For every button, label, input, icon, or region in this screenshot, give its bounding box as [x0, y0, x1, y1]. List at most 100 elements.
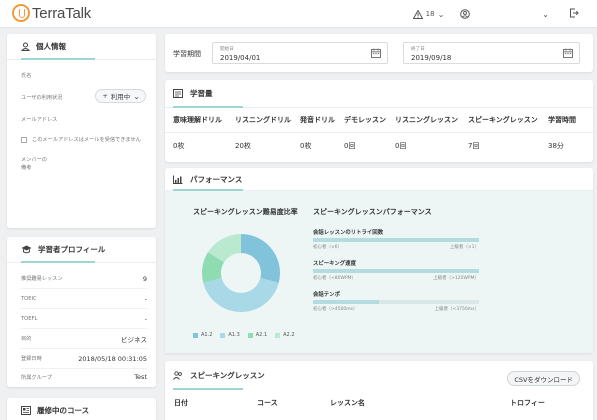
profile-value: -	[144, 294, 147, 303]
start-date-label: 開始日	[220, 47, 234, 52]
donut-slice-A1.2	[241, 234, 280, 283]
profile-value: 9	[142, 274, 147, 283]
email-label: メールアドレス	[21, 117, 58, 123]
chevron-down-icon: ⌄	[542, 9, 549, 19]
column-header: 学習時間	[548, 116, 576, 124]
performance-header: パフォーマンス	[165, 168, 593, 191]
book-icon	[21, 406, 31, 415]
study-period-label: 学習期間	[173, 50, 201, 58]
header-underline	[173, 388, 243, 390]
column-header: 意味理解ドリル	[173, 116, 222, 124]
warning-icon	[412, 9, 423, 19]
study-period-card: 学習期間 開始日 2019/04/01 終了日 2019/09/18	[165, 34, 593, 72]
table-cell: 0枚	[300, 141, 312, 150]
metric-name: 会話テンポ	[313, 292, 340, 298]
calendar-icon[interactable]	[371, 48, 381, 58]
top-bar: TerraTalk 18 ⌄ ⌄	[0, 0, 597, 28]
metric-bar	[313, 238, 479, 242]
end-date-input[interactable]: 終了日 2019/09/18	[403, 42, 580, 64]
table-header-row: 意味理解ドリル リスニングドリル 発音ドリル デモレッスン リスニングレッスン …	[165, 108, 593, 133]
bar-chart-icon	[173, 175, 183, 184]
profile-value: 2018/05/18 00:31:05	[78, 354, 147, 363]
status-select[interactable]: + 利用中 ⌄	[95, 89, 146, 103]
table-row: 0枚 20枚 0枚 0回 0回 7回 38分	[165, 133, 593, 158]
legend-label: A1.2	[201, 332, 213, 338]
memo-label: メンバーの 備考	[21, 157, 47, 171]
chevron-down-icon: ⌄	[133, 91, 140, 101]
logout-button[interactable]	[569, 8, 579, 20]
legend-swatch	[220, 332, 226, 338]
metric-fill	[313, 269, 479, 273]
profile-key: 所属グループ	[21, 374, 52, 381]
speaking-lessons-card: スピーキングレッスン CSVをダウンロード 日付 コース レッスン名 トロフィー	[165, 361, 593, 420]
profile-row: TOEFL -	[21, 309, 147, 329]
legend-label: A1.3	[228, 332, 240, 338]
user-menu-button[interactable]: ⌄	[460, 9, 549, 19]
profile-value: ビジネス	[121, 335, 147, 344]
end-date-label: 終了日	[411, 47, 425, 52]
user-card-icon	[21, 42, 30, 51]
metric-left-label: 初心者（>4500ms）	[313, 307, 358, 312]
profile-key: TOEIC	[21, 295, 37, 302]
profile-value: Test	[134, 373, 147, 381]
speaking-lessons-title: スピーキングレッスン	[190, 370, 265, 380]
people-icon	[173, 370, 182, 380]
courses-title: 履修中のコース	[37, 406, 90, 415]
table-cell: 20枚	[235, 141, 251, 150]
status-value: 利用中	[110, 93, 131, 101]
logout-icon	[570, 8, 579, 18]
personal-info-card: 個人情報 氏名 ユーザの利用状況 + 利用中 ⌄ メールアドレス このメールアド…	[7, 34, 156, 228]
speaking-table-header-row: 日付 コース レッスン名 トロフィー	[165, 395, 593, 411]
start-date-value: 2019/04/01	[220, 54, 261, 62]
donut-slice-A1.3	[203, 277, 279, 312]
profile-row: TOEIC -	[21, 289, 147, 309]
list-icon	[173, 89, 183, 98]
metric-retry: 会話レッスンのリトライ回数 初心者（×6） 上級者（×1）	[313, 228, 479, 250]
profile-row: 目的 ビジネス	[21, 329, 147, 349]
profile-title: 学習者プロフィール	[38, 245, 106, 254]
alert-count: 18	[425, 10, 435, 18]
user-icon	[460, 9, 471, 19]
table-cell: 0回	[344, 141, 356, 150]
metric-right-label: 上級者（>120WPM）	[433, 276, 479, 281]
metric-bar	[313, 300, 479, 304]
legend-swatch	[247, 332, 253, 338]
current-courses-card: 履修中のコース	[7, 398, 156, 420]
column-header: トロフィー	[510, 399, 545, 407]
profile-key: 目的	[21, 336, 32, 342]
legend-swatch	[275, 332, 281, 338]
study-volume-header: 学習量	[165, 80, 593, 108]
plus-icon: +	[102, 92, 108, 100]
column-header: レッスン名	[330, 399, 365, 407]
chart-legend: A1.2 A1.3 A2.1 A2.2	[193, 332, 295, 338]
legend-item: A1.3	[220, 332, 240, 338]
metric-right-label: 上級者（×1）	[449, 245, 479, 250]
table-cell: 0回	[395, 141, 407, 150]
legend-swatch	[193, 332, 198, 338]
profile-value: -	[144, 314, 147, 323]
metric-fill	[313, 238, 479, 242]
start-date-input[interactable]: 開始日 2019/04/01	[212, 42, 388, 64]
profile-row: 所属グループ Test	[21, 367, 147, 387]
csv-download-button[interactable]: CSVをダウンロード	[507, 371, 580, 386]
alerts-button[interactable]: 18 ⌄	[412, 9, 445, 19]
header-underline	[21, 58, 95, 60]
metric-bar	[313, 269, 479, 273]
metric-tempo: 会話テンポ 初心者（>4500ms） 上級者（<3750ms）	[313, 290, 479, 312]
metric-left-label: 初心者（<80WPM）	[313, 276, 357, 281]
column-header: 発音ドリル	[300, 116, 335, 124]
calendar-icon[interactable]	[563, 48, 573, 58]
column-header: スピーキングレッスン	[468, 116, 538, 124]
personal-info-header: 個人情報	[7, 34, 156, 60]
graduation-cap-icon	[21, 245, 32, 254]
email-optout-checkbox[interactable]: このメールアドレスはメールを受信できません	[21, 136, 141, 143]
chevron-down-icon: ⌄	[437, 9, 445, 19]
legend-label: A2.1	[255, 332, 268, 338]
metric-left-label: 初心者（×6）	[313, 245, 343, 250]
end-date-value: 2019/09/18	[411, 54, 452, 62]
study-volume-title: 学習量	[190, 89, 213, 98]
performance-metrics-title: スピーキングレッスンパフォーマンス	[313, 208, 432, 216]
difficulty-donut-chart	[202, 234, 280, 312]
app-logo[interactable]: TerraTalk	[12, 4, 91, 22]
header-underline	[21, 261, 95, 263]
